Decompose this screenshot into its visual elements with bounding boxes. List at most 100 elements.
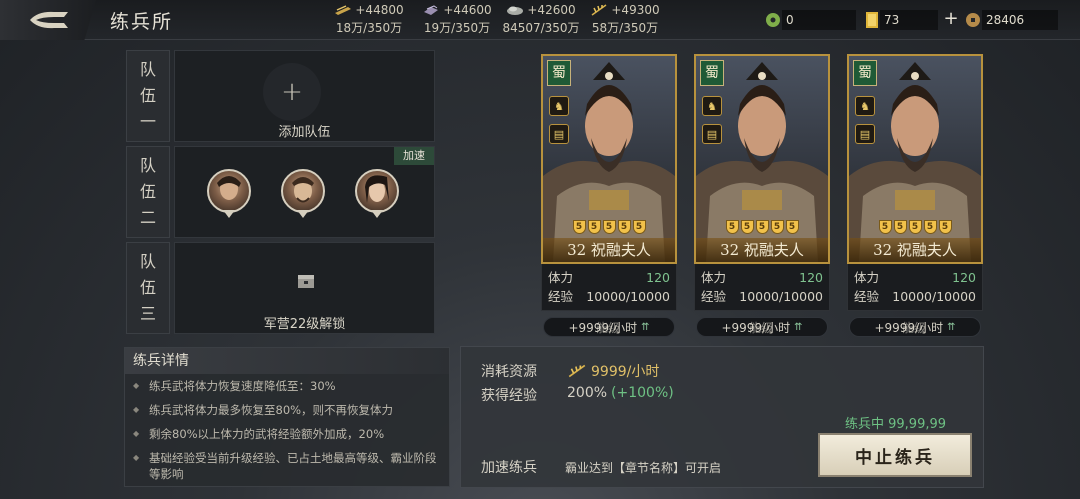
detail-item: 基础经验受当前升级经验、已占土地最高等级、霸业阶段等影响 xyxy=(133,450,443,482)
star-icon: 5 xyxy=(632,220,646,234)
unlock-condition: 军营22级解锁 xyxy=(263,317,346,332)
resource-gain: +42600 xyxy=(527,3,576,17)
detail-item: 练兵武将体力最多恢复至80%，则不再恢复体力 xyxy=(133,402,443,418)
hero-portrait-frame[interactable]: 蜀 ♞ ▤ 55555 32 祝融夫人 xyxy=(541,54,677,264)
star-rating: 55555 xyxy=(696,220,828,234)
jade-currency[interactable]: 0 xyxy=(764,9,858,31)
exp-label: 经验 xyxy=(854,289,880,304)
team-label-char: 伍 xyxy=(139,182,156,201)
exp-rate-bar[interactable]: +9999/小时 能级 ⇈ xyxy=(696,317,828,337)
copper-currency[interactable]: 28406 xyxy=(964,9,1060,31)
team-label-2[interactable]: 队 伍 二 xyxy=(126,146,170,238)
cost-value: 9999/小时 xyxy=(591,364,660,380)
scroll-icon: ▤ xyxy=(855,124,875,144)
resource-amount: 18万/350万 xyxy=(335,21,403,35)
hero-portrait-frame[interactable]: 蜀 ♞ ▤ 55555 32 祝融夫人 xyxy=(694,54,830,264)
resource-wood[interactable]: +44800 18万/350万 xyxy=(326,3,412,36)
star-icon: 5 xyxy=(725,220,739,234)
team-slot-2[interactable]: 加速 xyxy=(174,146,435,238)
upgrade-arrow-icon: ⇈ xyxy=(794,321,803,333)
grain-icon xyxy=(591,4,607,16)
training-action-panel: 消耗资源 9999/小时 获得经验 200% (+100%) 练兵中 99,99… xyxy=(460,346,984,488)
hero-portrait-frame[interactable]: 蜀 ♞ ▤ 55555 32 祝融夫人 xyxy=(847,54,983,264)
exp-value: 200% xyxy=(567,385,608,401)
hero-stats: 体力 120 经验 10000/10000 xyxy=(694,264,830,311)
team-slot-1[interactable]: + 添加队伍 xyxy=(174,50,435,142)
resource-stone[interactable]: +42600 84507/350万 xyxy=(498,3,584,36)
resource-iron[interactable]: +44600 19万/350万 xyxy=(414,3,500,36)
horse-icon: ♞ xyxy=(549,96,569,116)
star-icon: 5 xyxy=(785,220,799,234)
copper-coin-icon xyxy=(966,13,980,27)
gold-value: 73 xyxy=(884,13,900,27)
star-icon: 5 xyxy=(770,220,784,234)
star-icon: 5 xyxy=(893,220,907,234)
scroll-icon: ▤ xyxy=(549,124,569,144)
gold-currency[interactable]: 73 xyxy=(864,9,940,31)
exp-label: 获得经验 xyxy=(481,388,537,404)
detail-item: 剩余80%以上体力的武将经验额外加成，20% xyxy=(133,426,443,442)
team-label-char: 伍 xyxy=(139,278,156,297)
star-icon: 5 xyxy=(572,220,586,234)
training-details-panel: 练兵详情 练兵武将体力恢复速度降低至：30% 练兵武将体力最多恢复至80%，则不… xyxy=(124,347,450,487)
grain-icon xyxy=(568,364,586,378)
back-arrow-icon xyxy=(30,11,68,29)
resource-grain[interactable]: +49300 58万/350万 xyxy=(582,3,668,36)
stone-icon xyxy=(507,6,524,15)
stop-training-button[interactable]: 中止练兵 xyxy=(818,433,972,477)
hero-card[interactable]: 蜀 ♞ ▤ 55555 32 祝融夫人 体力 120 经验 10000/10000 … xyxy=(541,54,677,337)
stamina-label: 体力 xyxy=(701,270,727,285)
star-icon: 5 xyxy=(617,220,631,234)
team-label-char: 一 xyxy=(139,112,156,131)
add-currency-button[interactable]: + xyxy=(942,8,960,29)
hero-card[interactable]: 蜀 ♞ ▤ 55555 32 祝融夫人 体力 120 经验 10000/10000 … xyxy=(694,54,830,337)
training-status: 练兵中 99,99,99 xyxy=(845,417,947,432)
hero-face-icon xyxy=(365,175,389,203)
team-label-char: 队 xyxy=(139,156,156,175)
hero-avatar[interactable] xyxy=(281,169,325,221)
team-label-3[interactable]: 队 伍 三 xyxy=(126,242,170,334)
team-slot-3: 军营22级解锁 xyxy=(174,242,435,334)
star-icon: 5 xyxy=(740,220,754,234)
star-icon: 5 xyxy=(755,220,769,234)
hero-stats: 体力 120 经验 10000/10000 xyxy=(541,264,677,311)
jade-value: 0 xyxy=(786,13,794,27)
wood-icon xyxy=(335,5,352,15)
hero-face-icon xyxy=(217,176,241,200)
hero-avatar[interactable] xyxy=(355,169,399,221)
star-icon: 5 xyxy=(602,220,616,234)
iron-icon xyxy=(424,5,439,15)
hero-name: 32 祝融夫人 xyxy=(543,238,675,262)
hero-avatar[interactable] xyxy=(207,169,251,221)
team-label-char: 队 xyxy=(139,60,156,79)
detail-item: 练兵武将体力恢复速度降低至：30% xyxy=(133,378,443,394)
star-rating: 55555 xyxy=(543,220,675,234)
exp-rate-bar[interactable]: +9999/小时 能级 ⇈ xyxy=(543,317,675,337)
add-team-button[interactable]: + xyxy=(263,63,321,121)
hero-card[interactable]: 蜀 ♞ ▤ 55555 32 祝融夫人 体力 120 经验 10000/10000 … xyxy=(847,54,983,337)
hero-name: 32 祝融夫人 xyxy=(696,238,828,262)
team-label-char: 伍 xyxy=(139,86,156,105)
upgrade-arrow-icon: ⇈ xyxy=(641,321,650,333)
exp-rate-bar[interactable]: +9999/小时 能级 ⇈ xyxy=(849,317,981,337)
star-icon: 5 xyxy=(923,220,937,234)
speed-up-tag[interactable]: 加速 xyxy=(394,147,434,165)
back-button[interactable] xyxy=(0,0,96,40)
team-label-1[interactable]: 队 伍 一 xyxy=(126,50,170,142)
team-label-char: 三 xyxy=(139,304,156,323)
star-icon: 5 xyxy=(938,220,952,234)
star-icon: 5 xyxy=(908,220,922,234)
stamina-value: 120 xyxy=(952,270,976,285)
resource-gain: +49300 xyxy=(611,3,660,17)
plus-icon: + xyxy=(281,77,303,107)
exp-value-row: 200% (+100%) xyxy=(567,385,674,401)
faction-badge: 蜀 xyxy=(853,60,877,86)
copper-value: 28406 xyxy=(986,13,1025,27)
exp-value: 10000/10000 xyxy=(739,289,823,304)
top-bar: 练兵所 +44800 18万/350万 +44600 19万/350万 +426… xyxy=(0,0,1080,40)
exp-bonus: (+100%) xyxy=(611,385,674,401)
lock-icon xyxy=(298,275,314,288)
faction-badge: 蜀 xyxy=(700,60,724,86)
resource-gain: +44600 xyxy=(443,3,492,17)
page-title: 练兵所 xyxy=(110,11,174,33)
